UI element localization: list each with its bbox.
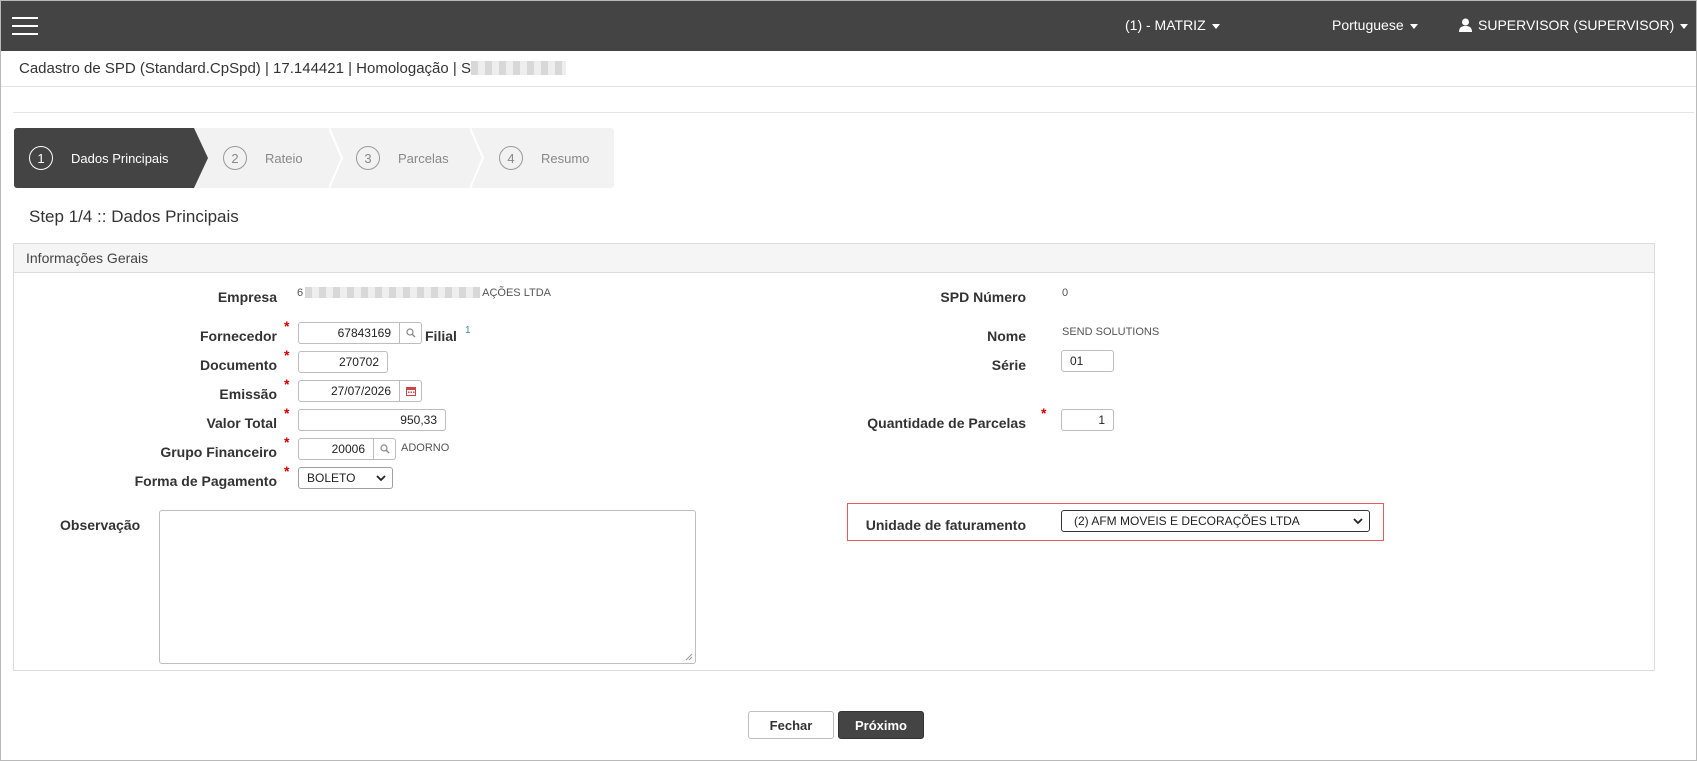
wizard-step-4[interactable]: 4 Resumo <box>499 128 589 188</box>
company-selector-label: (1) - MATRIZ <box>1125 17 1206 33</box>
emissao-input[interactable]: 27/07/2026 <box>298 380 400 402</box>
chevron-down-icon <box>376 475 386 482</box>
language-selector[interactable]: Portuguese <box>1332 17 1418 33</box>
user-icon <box>1459 18 1472 32</box>
spd-numero-value: 0 <box>1062 287 1069 299</box>
redacted-area <box>305 287 481 298</box>
required-marker: * <box>284 376 290 392</box>
empresa-value-suffix: AÇÕES LTDA <box>482 287 551 299</box>
fornecedor-input[interactable]: 67843169 <box>298 322 400 344</box>
required-marker: * <box>284 405 290 421</box>
page-title: Cadastro de SPD (Standard.CpSpd) | 17.14… <box>19 60 566 77</box>
panel-title: Informações Gerais <box>26 250 149 266</box>
forma-pagamento-select[interactable]: BOLETO <box>298 467 393 489</box>
user-label: SUPERVISOR (SUPERVISOR) <box>1478 17 1675 33</box>
step-number: 2 <box>223 146 247 170</box>
valor-total-input[interactable]: 950,33 <box>298 409 446 431</box>
page-title-text: Cadastro de SPD (Standard.CpSpd) | 17.14… <box>19 60 471 77</box>
fornecedor-label: Fornecedor <box>199 328 277 344</box>
wizard-step-2[interactable]: 2 Rateio <box>223 128 303 188</box>
nome-label: Nome <box>987 328 1026 344</box>
step-separator <box>470 128 484 188</box>
search-icon <box>379 444 389 454</box>
grupo-financeiro-description: ADORNO <box>401 442 450 454</box>
required-marker: * <box>284 318 290 334</box>
next-button[interactable]: Próximo <box>838 711 924 739</box>
step-label: Rateio <box>265 150 303 166</box>
search-icon <box>405 328 415 338</box>
wizard-step-3[interactable]: 3 Parcelas <box>356 128 449 188</box>
required-marker: * <box>1041 405 1047 421</box>
step-separator <box>329 128 343 188</box>
grupo-financeiro-search-button[interactable] <box>374 438 396 460</box>
header-divider <box>1 86 1696 87</box>
valor-total-label: Valor Total <box>206 415 277 431</box>
filial-label: Filial <box>425 328 457 344</box>
filial-value: 1 <box>465 325 471 336</box>
documento-label: Documento <box>200 357 277 373</box>
documento-input[interactable]: 270702 <box>298 351 388 373</box>
wizard-step-1[interactable]: 1 Dados Principais <box>29 128 169 188</box>
step-number: 1 <box>29 146 53 170</box>
empresa-value-prefix: 6 <box>297 287 304 299</box>
nome-value: SEND SOLUTIONS <box>1062 326 1160 338</box>
top-navbar: (1) - MATRIZ Portuguese SUPERVISOR (SUPE… <box>1 1 1696 51</box>
step-label: Resumo <box>541 150 590 166</box>
forma-pagamento-label: Forma de Pagamento <box>134 473 277 489</box>
caret-down-icon <box>1211 23 1220 29</box>
language-label: Portuguese <box>1332 17 1404 33</box>
qtd-parcelas-label: Quantidade de Parcelas <box>867 415 1026 431</box>
required-marker: * <box>284 463 290 479</box>
user-menu[interactable]: SUPERVISOR (SUPERVISOR) <box>1459 17 1689 33</box>
observacao-textarea[interactable] <box>159 510 696 664</box>
unidade-faturamento-value: (2) AFM MOVEIS E DECORAÇÕES LTDA <box>1074 514 1300 528</box>
required-marker: * <box>284 434 290 450</box>
step-number: 4 <box>499 146 523 170</box>
step-number: 3 <box>356 146 380 170</box>
observacao-label: Observação <box>60 517 141 533</box>
forma-pagamento-value: BOLETO <box>307 471 356 485</box>
serie-input[interactable]: 01 <box>1061 350 1114 372</box>
emissao-label: Emissão <box>219 386 277 402</box>
close-button[interactable]: Fechar <box>748 711 834 739</box>
caret-down-icon <box>1409 23 1418 29</box>
spd-numero-label: SPD Número <box>940 289 1026 305</box>
fornecedor-search-button[interactable] <box>400 322 422 344</box>
hamburger-menu-icon[interactable] <box>12 17 38 37</box>
panel-header: Informações Gerais <box>14 244 1654 273</box>
empresa-value: 6 AÇÕES LTDA <box>297 287 551 299</box>
unidade-faturamento-label: Unidade de faturamento <box>865 517 1026 533</box>
company-selector[interactable]: (1) - MATRIZ <box>1125 17 1220 33</box>
chevron-down-icon <box>1353 518 1363 525</box>
resize-handle-icon[interactable] <box>685 653 693 661</box>
redacted-area <box>470 61 566 75</box>
calendar-icon <box>405 387 416 396</box>
empresa-label: Empresa <box>217 289 277 305</box>
serie-label: Série <box>991 357 1026 373</box>
qtd-parcelas-input[interactable]: 1 <box>1061 409 1114 431</box>
grupo-financeiro-label: Grupo Financeiro <box>160 444 277 460</box>
step-title: Step 1/4 :: Dados Principais <box>29 207 239 226</box>
emissao-calendar-button[interactable] <box>400 380 422 402</box>
step-label: Parcelas <box>398 150 449 166</box>
active-step-arrow <box>194 128 208 188</box>
caret-down-icon <box>1680 23 1689 29</box>
required-marker: * <box>284 347 290 363</box>
step-label: Dados Principais <box>71 150 169 166</box>
wizard-steps: 1 Dados Principais 2 Rateio 3 Parcelas 4 Res… <box>14 128 614 188</box>
grupo-financeiro-input[interactable]: 20006 <box>298 438 374 460</box>
unidade-faturamento-select[interactable]: (2) AFM MOVEIS E DECORAÇÕES LTDA <box>1061 510 1370 532</box>
